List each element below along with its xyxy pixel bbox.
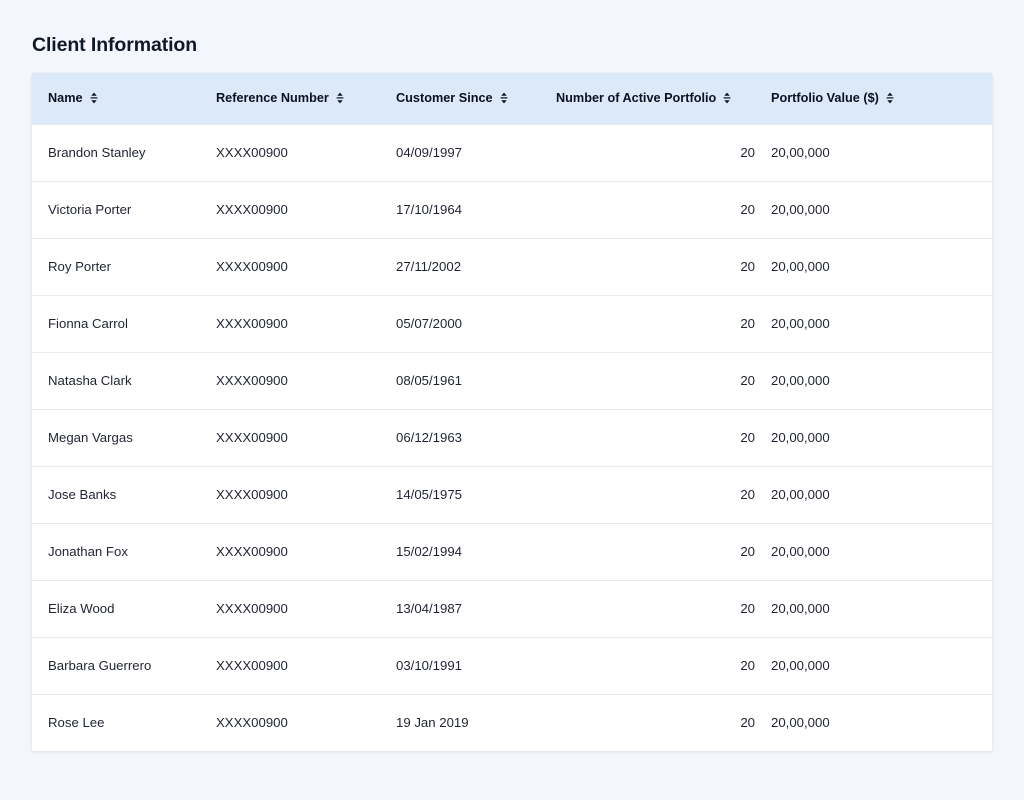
table-row[interactable]: Megan Vargas XXXX00900 06/12/1963 20 20,00,0…: [32, 409, 992, 466]
cell-customer-since: 08/05/1961: [396, 373, 463, 388]
cell-customer-since: 04/09/1997: [396, 145, 463, 160]
cell-number-of-active-portfolio: 20: [740, 373, 755, 388]
cell-portfolio-value: 20,00,000: [771, 487, 830, 502]
cell-customer-since: 27/11/2002: [396, 259, 462, 274]
cell-reference-number: XXXX00900: [216, 373, 288, 388]
cell-name: Brandon Stanley: [48, 145, 146, 160]
table-row[interactable]: Jose Banks XXXX00900 14/05/1975 20 20,00,000: [32, 466, 992, 523]
cell-portfolio-value: 20,00,000: [771, 259, 830, 274]
table-row[interactable]: Eliza Wood XXXX00900 13/04/1987 20 20,00,000: [32, 580, 992, 637]
column-header-name[interactable]: Name: [32, 73, 200, 124]
cell-name: Natasha Clark: [48, 373, 132, 388]
cell-number-of-active-portfolio: 20: [740, 658, 755, 673]
cell-reference-number: XXXX00900: [216, 316, 288, 331]
client-information-table-card: Name Reference Number Customer Since Num…: [32, 73, 992, 751]
cell-number-of-active-portfolio: 20: [740, 259, 755, 274]
column-header-label: Portfolio Value ($): [771, 91, 879, 106]
table-header: Name Reference Number Customer Since Num…: [32, 73, 992, 124]
table-header-row: Name Reference Number Customer Since Num…: [32, 73, 992, 124]
page-root: Client Information Name Reference Number…: [0, 0, 1024, 800]
sort-updown-icon[interactable]: [500, 92, 508, 104]
cell-number-of-active-portfolio: 20: [740, 715, 755, 731]
cell-portfolio-value: 20,00,000: [771, 715, 830, 731]
table-row[interactable]: Rose Lee XXXX00900 19 Jan 2019 20 20,00,000: [32, 694, 992, 751]
cell-name: Barbara Guerrero: [48, 658, 152, 673]
table-row[interactable]: Brandon Stanley XXXX00900 04/09/1997 20 20,0…: [32, 124, 992, 181]
table-row[interactable]: Victoria Porter XXXX00900 17/10/1964 20 20,0…: [32, 181, 992, 238]
cell-portfolio-value: 20,00,000: [771, 544, 830, 559]
cell-name: Jonathan Fox: [48, 544, 128, 559]
cell-name: Rose Lee: [48, 715, 105, 731]
cell-reference-number: XXXX00900: [216, 715, 288, 731]
cell-customer-since: 14/05/1975: [396, 487, 463, 502]
cell-number-of-active-portfolio: 20: [740, 544, 755, 559]
column-header-label: Customer Since: [396, 91, 493, 106]
column-header-label: Name: [48, 91, 83, 106]
cell-name: Jose Banks: [48, 487, 117, 502]
cell-name: Megan Vargas: [48, 430, 133, 445]
table-row[interactable]: Barbara Guerrero XXXX00900 03/10/1991 20 20,…: [32, 637, 992, 694]
column-header-reference-number[interactable]: Reference Number: [200, 73, 380, 124]
table-body: Brandon Stanley XXXX00900 04/09/1997 20 20,0…: [32, 124, 992, 751]
cell-customer-since: 06/12/1963: [396, 430, 463, 445]
column-header-customer-since[interactable]: Customer Since: [380, 73, 540, 124]
cell-name: Fionna Carrol: [48, 316, 128, 331]
cell-reference-number: XXXX00900: [216, 601, 288, 616]
cell-portfolio-value: 20,00,000: [771, 373, 830, 388]
cell-number-of-active-portfolio: 20: [740, 316, 755, 331]
column-header-portfolio-value[interactable]: Portfolio Value ($): [755, 73, 992, 124]
cell-customer-since: 05/07/2000: [396, 316, 463, 331]
cell-number-of-active-portfolio: 20: [740, 601, 755, 616]
cell-portfolio-value: 20,00,000: [771, 316, 830, 331]
cell-reference-number: XXXX00900: [216, 145, 288, 160]
sort-updown-icon[interactable]: [90, 92, 98, 104]
cell-reference-number: XXXX00900: [216, 658, 288, 673]
table-row[interactable]: Natasha Clark XXXX00900 08/05/1961 20 20,00,…: [32, 352, 992, 409]
cell-number-of-active-portfolio: 20: [740, 202, 755, 217]
cell-reference-number: XXXX00900: [216, 487, 288, 502]
cell-portfolio-value: 20,00,000: [771, 202, 830, 217]
cell-number-of-active-portfolio: 20: [740, 145, 755, 160]
cell-customer-since: 19 Jan 2019: [396, 715, 469, 731]
cell-portfolio-value: 20,00,000: [771, 601, 830, 616]
cell-customer-since: 13/04/1987: [396, 601, 463, 616]
table-row[interactable]: Fionna Carrol XXXX00900 05/07/2000 20 20,00,…: [32, 295, 992, 352]
cell-number-of-active-portfolio: 20: [740, 487, 755, 502]
cell-customer-since: 03/10/1991: [396, 658, 463, 673]
cell-portfolio-value: 20,00,000: [771, 145, 830, 160]
page-title: Client Information: [32, 34, 198, 56]
table-row[interactable]: Roy Porter XXXX00900 27/11/2002 20 20,00,000: [32, 238, 992, 295]
cell-name: Eliza Wood: [48, 601, 115, 616]
cell-name: Roy Porter: [48, 259, 112, 274]
sort-updown-icon[interactable]: [886, 92, 894, 104]
table-row[interactable]: Jonathan Fox XXXX00900 15/02/1994 20 20,00,0…: [32, 523, 992, 580]
cell-reference-number: XXXX00900: [216, 544, 288, 559]
cell-portfolio-value: 20,00,000: [771, 658, 830, 673]
cell-portfolio-value: 20,00,000: [771, 430, 830, 445]
cell-customer-since: 17/10/1964: [396, 202, 463, 217]
cell-number-of-active-portfolio: 20: [740, 430, 755, 445]
column-header-label: Number of Active Portfolio: [556, 91, 717, 106]
cell-reference-number: XXXX00900: [216, 202, 288, 217]
cell-reference-number: XXXX00900: [216, 259, 288, 274]
sort-updown-icon[interactable]: [336, 92, 344, 104]
cell-reference-number: XXXX00900: [216, 430, 288, 445]
sort-updown-icon[interactable]: [723, 92, 731, 104]
client-information-table: Name Reference Number Customer Since Num…: [32, 73, 992, 751]
cell-name: Victoria Porter: [48, 202, 132, 217]
column-header-number-of-active-portfolio[interactable]: Number of Active Portfolio: [540, 73, 755, 124]
cell-customer-since: 15/02/1994: [396, 544, 463, 559]
column-header-label: Reference Number: [216, 91, 329, 106]
